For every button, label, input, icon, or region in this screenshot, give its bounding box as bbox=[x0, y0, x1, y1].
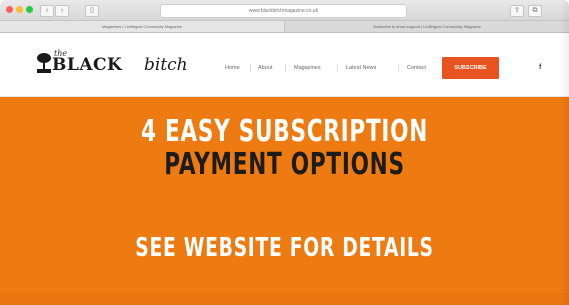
browser-window: ‹ › ▯ www.blackbitchmagazine.co.uk ⇪ ⧉ M… bbox=[0, 0, 569, 305]
banner-bottom-strip bbox=[0, 293, 569, 305]
browser-titlebar: ‹ › ▯ www.blackbitchmagazine.co.uk ⇪ ⧉ bbox=[0, 0, 569, 21]
nav-divider bbox=[285, 64, 286, 72]
tabs-overview-icon[interactable]: ⧉ bbox=[528, 5, 542, 17]
nav-contact[interactable]: Contact bbox=[407, 65, 426, 71]
address-text: www.blackbitchmagazine.co.uk bbox=[248, 8, 319, 14]
back-arrow-icon[interactable]: ‹ bbox=[40, 5, 54, 17]
subscribe-button[interactable]: SUBSCRIBE bbox=[442, 57, 499, 79]
share-icon[interactable]: ⇪ bbox=[510, 5, 524, 17]
nav-about[interactable]: About bbox=[258, 65, 272, 71]
banner-details-text: SEE WEBSITE FOR DETAILS bbox=[135, 233, 434, 263]
facebook-icon[interactable]: f bbox=[539, 64, 541, 71]
minimize-window-icon[interactable] bbox=[16, 6, 23, 13]
tab-subscribe[interactable]: Subscribe to show support | Linlithgow C… bbox=[285, 21, 569, 32]
promo-banner: 4 EASY SUBSCRIPTION PAYMENT OPTIONS SEE … bbox=[0, 97, 569, 305]
nav-magazines[interactable]: Magazines bbox=[294, 65, 321, 71]
nav-divider bbox=[250, 64, 251, 72]
forward-arrow-icon[interactable]: › bbox=[55, 5, 69, 17]
address-bar[interactable]: www.blackbitchmagazine.co.uk bbox=[160, 4, 407, 18]
nav-home[interactable]: Home bbox=[225, 65, 240, 71]
subscribe-label: SUBSCRIBE bbox=[454, 65, 487, 71]
tab-magazines[interactable]: Magazines | Linlithgow Community Magazin… bbox=[0, 21, 285, 32]
sidebar-icon[interactable]: ▯ bbox=[85, 5, 99, 17]
window-shadow bbox=[559, 0, 569, 305]
banner-headline-line1: 4 EASY SUBSCRIPTION bbox=[140, 114, 429, 149]
site-header: the BLACK bitch Home About Magazines Lat… bbox=[0, 33, 569, 97]
banner-headline-line2: PAYMENT OPTIONS bbox=[164, 147, 405, 182]
tab-bar: Magazines | Linlithgow Community Magazin… bbox=[0, 21, 569, 33]
tree-logo-icon bbox=[37, 53, 51, 73]
close-window-icon[interactable] bbox=[6, 6, 13, 13]
tab-label: Subscribe to show support | Linlithgow C… bbox=[373, 24, 481, 29]
nav-divider bbox=[337, 64, 338, 72]
logo-main-text: BLACK bbox=[52, 55, 123, 75]
tab-label: Magazines | Linlithgow Community Magazin… bbox=[101, 24, 183, 29]
nav-latest-news[interactable]: Latest News bbox=[346, 65, 376, 71]
logo-script-text: bitch bbox=[144, 55, 188, 75]
zoom-window-icon[interactable] bbox=[26, 6, 33, 13]
nav-divider bbox=[398, 64, 399, 72]
